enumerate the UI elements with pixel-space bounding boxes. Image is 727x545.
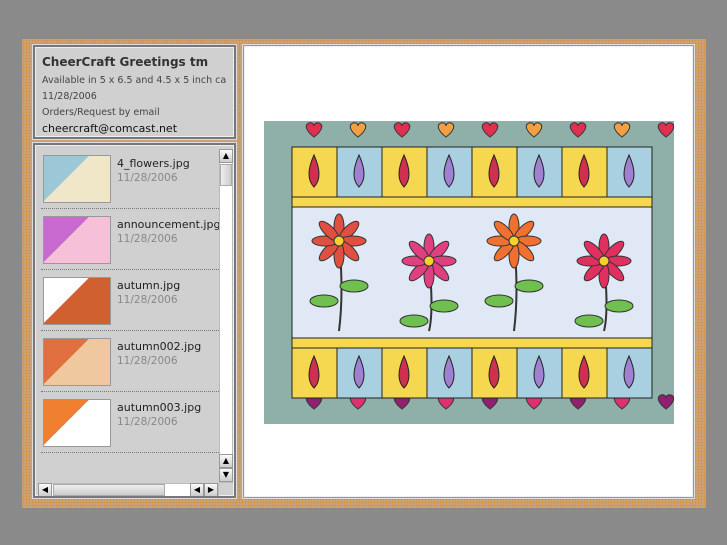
email-link[interactable]: cheercraft@comcast.net <box>42 122 227 135</box>
orders-text: Orders/Request by email <box>42 107 160 118</box>
list-item[interactable]: autumn.jpg 11/28/2006 <box>41 271 219 331</box>
gallery-title: CheerCraft Greetings tm <box>42 55 209 69</box>
file-date: 11/28/2006 <box>117 172 178 184</box>
file-name: autumn003.jpg <box>117 401 202 414</box>
thumbnail-image[interactable] <box>43 277 111 325</box>
file-date: 11/28/2006 <box>117 355 178 367</box>
thumbnail-image[interactable] <box>43 155 111 203</box>
scroll-left-button[interactable]: ◀ <box>38 483 52 496</box>
scroll-up-button-bottom[interactable]: ▲ <box>219 454 233 468</box>
list-item[interactable]: autumn002.jpg 11/28/2006 <box>41 332 219 392</box>
file-name: autumn.jpg <box>117 279 181 292</box>
file-date: 11/28/2006 <box>117 416 178 428</box>
file-date: 11/28/2006 <box>117 233 178 245</box>
list-item[interactable]: autumn003.jpg 11/28/2006 <box>41 393 219 453</box>
scroll-right-button[interactable]: ▶ <box>204 483 218 496</box>
list-item[interactable]: 4_flowers.jpg 11/28/2006 <box>41 149 219 209</box>
scroll-up-button[interactable]: ▲ <box>219 149 233 163</box>
preview-image <box>264 121 674 424</box>
file-date: 11/28/2006 <box>117 294 178 306</box>
thumbnail-list[interactable]: 4_flowers.jpg 11/28/2006 announcement.jp… <box>33 143 236 498</box>
scroll-down-button[interactable]: ▼ <box>219 468 233 482</box>
gallery-subtitle: Available in 5 x 6.5 and 4.5 x 5 inch ca… <box>42 75 227 86</box>
preview-panel <box>243 45 694 498</box>
horizontal-scrollbar[interactable]: ◀ ◀ ▶ <box>38 483 219 496</box>
info-panel: CheerCraft Greetings tm Available in 5 x… <box>33 45 236 139</box>
vertical-scrollbar[interactable]: ▲ ▲ ▼ <box>219 149 233 483</box>
file-name: announcement.jpg <box>117 218 221 231</box>
list-item[interactable]: announcement.jpg 11/28/2006 <box>41 210 221 270</box>
thumbnail-image[interactable] <box>43 399 111 447</box>
vertical-scroll-thumb[interactable] <box>220 164 232 186</box>
scroll-left-button-right[interactable]: ◀ <box>190 483 204 496</box>
horizontal-scroll-thumb[interactable] <box>53 484 165 496</box>
thumbnail-image[interactable] <box>43 216 111 264</box>
file-name: autumn002.jpg <box>117 340 202 353</box>
file-name: 4_flowers.jpg <box>117 157 190 170</box>
thumbnail-image[interactable] <box>43 338 111 386</box>
gallery-date: 11/28/2006 <box>42 91 97 102</box>
